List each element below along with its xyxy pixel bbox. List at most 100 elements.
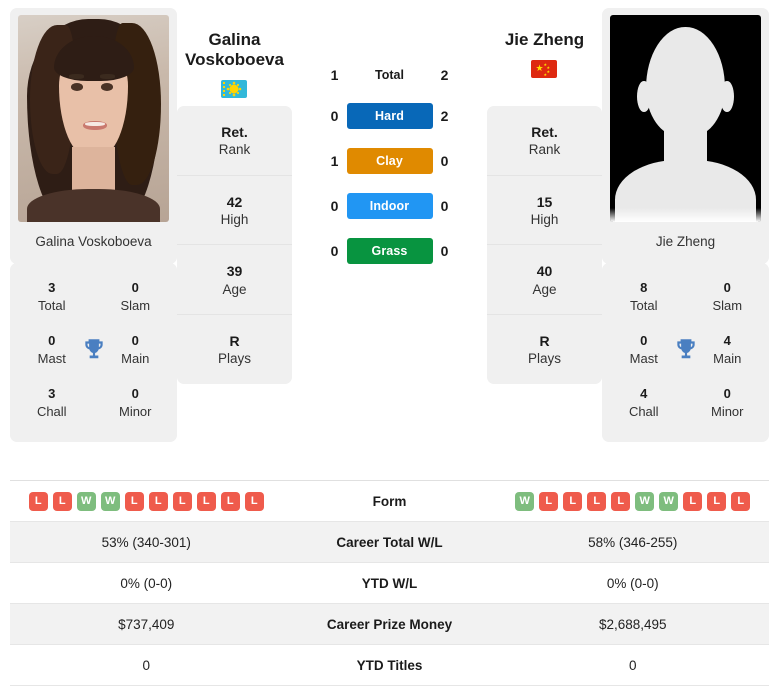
table-row-ytd-wl: 0% (0-0) YTD W/L 0% (0-0) [10, 563, 769, 604]
right-career-total-wl: 58% (346-255) [588, 534, 678, 550]
right-titles-minor: 0 Minor [686, 375, 770, 428]
table-row-career-prize-money: $737,409 Career Prize Money $2,688,495 [10, 604, 769, 645]
h2h-indoor-right-score: 0 [440, 198, 449, 214]
surface-badge-grass[interactable]: Grass [346, 238, 433, 264]
left-player-info-column: Galina Voskoboeva Ret. Rank 42 High 39 A… [177, 8, 292, 384]
form-badge-l: L [731, 491, 751, 511]
label: Mast [629, 350, 658, 366]
surface-badge-hard[interactable]: Hard [346, 103, 433, 129]
right-titles-main: 4 Main [686, 322, 770, 375]
right-player-photo-card[interactable]: Jie Zheng [602, 8, 769, 265]
h2h-comparison-page: Galina Voskoboeva 3 Total 0 Slam 0 Mast [0, 0, 779, 699]
h2h-indoor-left-score: 0 [330, 198, 339, 214]
label: Rank [528, 142, 561, 158]
value: 15 [536, 193, 553, 210]
left-player-stat-card: Ret. Rank 42 High 39 Age R Plays [177, 106, 292, 384]
value: 0 [131, 386, 139, 402]
h2h-total-right-score: 2 [440, 67, 449, 83]
h2h-clay-row: 1 Clay 0 [323, 148, 457, 174]
h2h-clay-left-score: 1 [330, 153, 339, 169]
h2h-grass-row: 0 Grass 0 [323, 238, 457, 264]
label: Slam [712, 297, 743, 313]
label: Main [713, 350, 742, 366]
left-player-photo-card[interactable]: Galina Voskoboeva [10, 8, 177, 265]
comparison-stats-table: LLWWLLLLLL Form WLLLLWWLLL 53% (340-301)… [10, 480, 769, 686]
form-badge-l: L [539, 491, 559, 511]
table-row-career-total-wl: 53% (340-301) Career Total W/L 58% (346-… [10, 522, 769, 563]
row-label-career-total-wl: Career Total W/L [336, 534, 443, 550]
form-badge-l: L [172, 491, 192, 511]
right-player-info-column: Jie Zheng ★ ★ ★ ★ ★ Ret. Rank 15 High 40… [487, 8, 602, 384]
value: 3 [48, 280, 56, 296]
value: Ret. [221, 124, 248, 140]
right-stat-plays: R Plays [487, 315, 602, 384]
left-player-titles-card: 3 Total 0 Slam 0 Mast 0 Main 3 Chall 0 M… [10, 263, 177, 443]
label: Chall [36, 403, 67, 419]
form-badge-l: L [28, 491, 48, 511]
label: Minor [118, 403, 152, 419]
right-career-prize-money: $2,688,495 [598, 616, 667, 632]
form-badge-w: W [659, 491, 679, 511]
right-form-cell: WLLLLWWLLL [497, 491, 770, 511]
label: Total [630, 297, 658, 313]
h2h-hard-right-score: 2 [440, 108, 449, 124]
row-label-ytd-wl: YTD W/L [361, 575, 418, 591]
form-badge-l: L [196, 491, 216, 511]
h2h-total-row: 1 Total 2 [323, 66, 457, 84]
kazakhstan-flag-icon [221, 80, 248, 99]
right-stat-rank: Ret. Rank [487, 106, 602, 176]
right-player-name-block: Jie Zheng ★ ★ ★ ★ ★ [505, 8, 584, 106]
form-badge-w: W [76, 491, 96, 511]
h2h-clay-right-score: 0 [440, 153, 449, 169]
form-badge-l: L [707, 491, 727, 511]
left-stat-age: 39 Age [177, 245, 292, 316]
left-stat-plays: R Plays [177, 315, 292, 384]
right-titles-chall: 4 Chall [602, 375, 686, 428]
left-titles-chall: 3 Chall [10, 375, 94, 428]
left-stat-rank: Ret. Rank [177, 106, 292, 176]
left-titles-grid: 3 Total 0 Slam 0 Mast 0 Main 3 Chall 0 M… [10, 269, 177, 428]
table-row-ytd-titles: 0 YTD Titles 0 [10, 645, 769, 686]
h2h-hard-left-score: 0 [330, 108, 339, 124]
left-titles-main: 0 Main [94, 322, 178, 375]
label: High [220, 211, 249, 227]
form-badge-l: L [611, 491, 631, 511]
surface-badge-indoor[interactable]: Indoor [346, 193, 433, 219]
value: 4 [723, 333, 731, 349]
h2h-total-left-score: 1 [330, 67, 339, 83]
left-player-name-block: Galina Voskoboeva [185, 8, 284, 106]
right-player-stat-card: Ret. Rank 15 High 40 Age R Plays [487, 106, 602, 384]
surface-badge-clay[interactable]: Clay [346, 148, 433, 174]
right-titles-slam: 0 Slam [686, 269, 770, 322]
table-row-form: LLWWLLLLLL Form WLLLLWWLLL [10, 481, 769, 522]
left-career-total-wl: 53% (340-301) [101, 534, 191, 550]
row-label-ytd-titles: YTD Titles [356, 657, 423, 673]
right-player-titles-card: 8 Total 0 Slam 0 Mast 4 Main 4 Chall 0 M… [602, 263, 770, 443]
row-label-form: Form [372, 493, 407, 509]
value: 0 [48, 333, 56, 349]
left-form-cell: LLWWLLLLLL [10, 491, 283, 511]
form-badge-l: L [683, 491, 703, 511]
label: Rank [218, 142, 251, 158]
label: Plays [217, 351, 251, 367]
value: 0 [640, 333, 648, 349]
h2h-hard-row: 0 Hard 2 [323, 103, 457, 129]
value: R [229, 333, 240, 350]
value: 3 [48, 386, 56, 402]
value: Ret. [531, 124, 558, 140]
right-stat-high: 15 High [487, 176, 602, 246]
left-player-photo-caption: Galina Voskoboeva [35, 234, 152, 249]
right-ytd-wl: 0% (0-0) [606, 575, 659, 591]
left-player-photo [18, 15, 169, 222]
value: 42 [226, 193, 243, 210]
label: Chall [628, 403, 659, 419]
value: 0 [723, 280, 731, 296]
h2h-grass-right-score: 0 [440, 243, 449, 259]
value: 0 [131, 280, 139, 296]
left-stat-high: 42 High [177, 176, 292, 246]
label: Mast [37, 350, 66, 366]
label: Slam [120, 297, 151, 313]
left-player-column: Galina Voskoboeva 3 Total 0 Slam 0 Mast [10, 8, 177, 443]
form-badge-l: L [148, 491, 168, 511]
left-form-strip: LLWWLLLLLL [16, 491, 277, 511]
